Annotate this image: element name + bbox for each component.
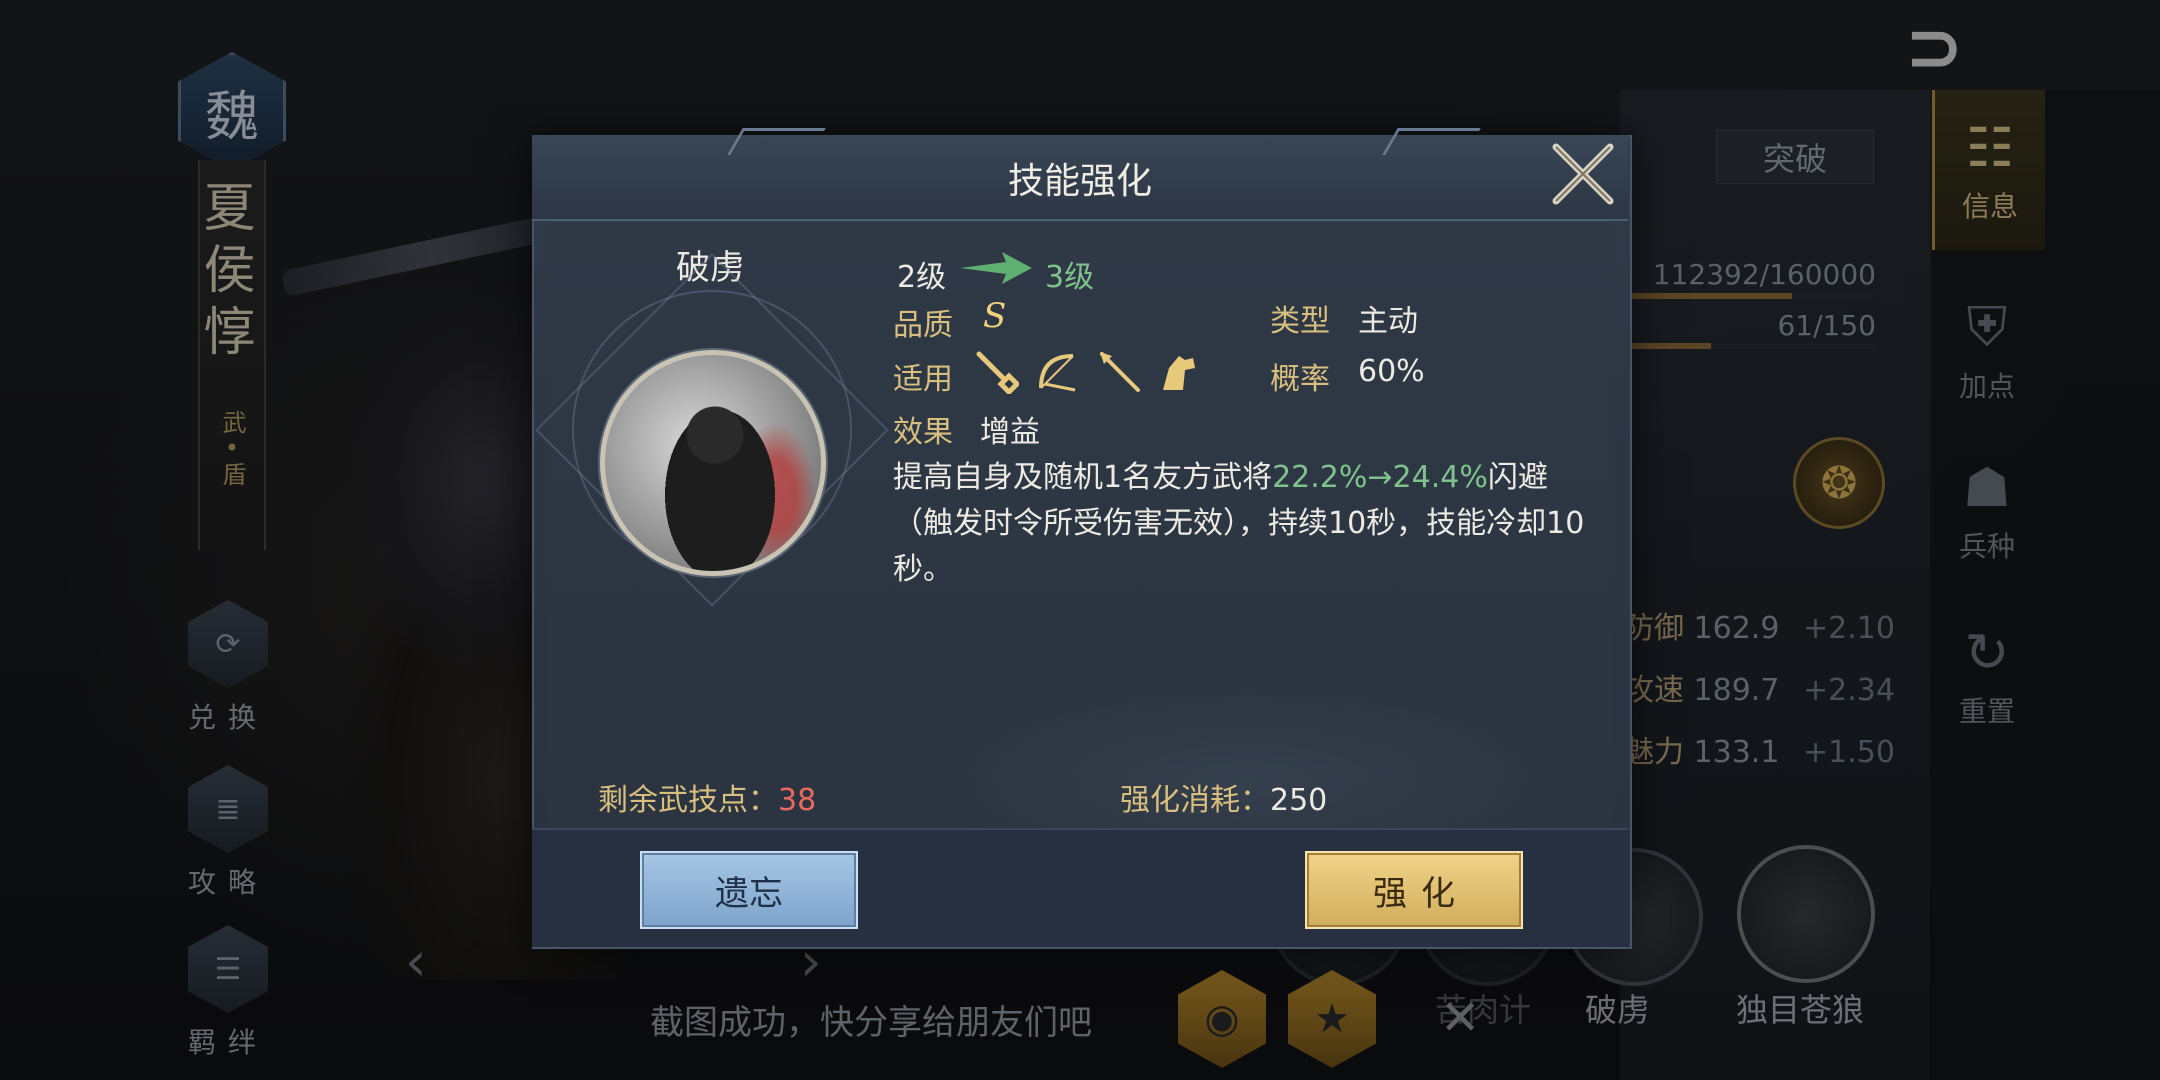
effect-label: 效果 bbox=[893, 415, 953, 450]
effect-value: 增益 bbox=[980, 415, 1040, 450]
enhance-button[interactable]: 强化 bbox=[1305, 851, 1523, 929]
spear-icon bbox=[1098, 350, 1142, 394]
close-button[interactable] bbox=[1545, 136, 1621, 212]
desc-highlight: 22.2%→24.4% bbox=[1272, 460, 1488, 495]
header-ornament bbox=[1382, 128, 1481, 155]
bow-icon bbox=[1035, 350, 1079, 394]
quality-label: 品质 bbox=[893, 308, 953, 343]
type-label: 类型 bbox=[1270, 304, 1330, 339]
sword-icon bbox=[975, 350, 1021, 396]
points-value: 38 bbox=[778, 783, 817, 818]
cost-value: 250 bbox=[1270, 783, 1328, 818]
horse-icon bbox=[1155, 350, 1199, 394]
enhance-cost: 强化消耗：250 bbox=[1120, 775, 1327, 819]
arrow-right-icon bbox=[960, 250, 1032, 290]
dialog-title: 技能强化 bbox=[1007, 161, 1152, 202]
chance-value: 60% bbox=[1358, 354, 1425, 389]
header-ornament bbox=[727, 128, 826, 155]
skill-description: 提高自身及随机1名友方武将22.2%→24.4%闪避（触发时令所受伤害无效），持… bbox=[893, 455, 1593, 593]
forget-button[interactable]: 遗忘 bbox=[640, 851, 858, 929]
remaining-points: 剩余武技点：38 bbox=[598, 775, 816, 819]
skill-portrait bbox=[600, 350, 826, 576]
cost-label: 强化消耗： bbox=[1120, 783, 1270, 818]
applies-label: 适用 bbox=[893, 362, 953, 397]
close-icon bbox=[1552, 143, 1614, 205]
level-from: 2级 bbox=[897, 260, 947, 295]
quality-value: S bbox=[983, 296, 1007, 336]
chance-label: 概率 bbox=[1270, 362, 1330, 397]
type-value: 主动 bbox=[1358, 304, 1418, 339]
points-label: 剩余武技点： bbox=[598, 783, 778, 818]
desc-text: 提高自身及随机1名友方武将 bbox=[893, 460, 1273, 495]
level-to: 3级 bbox=[1045, 260, 1095, 295]
